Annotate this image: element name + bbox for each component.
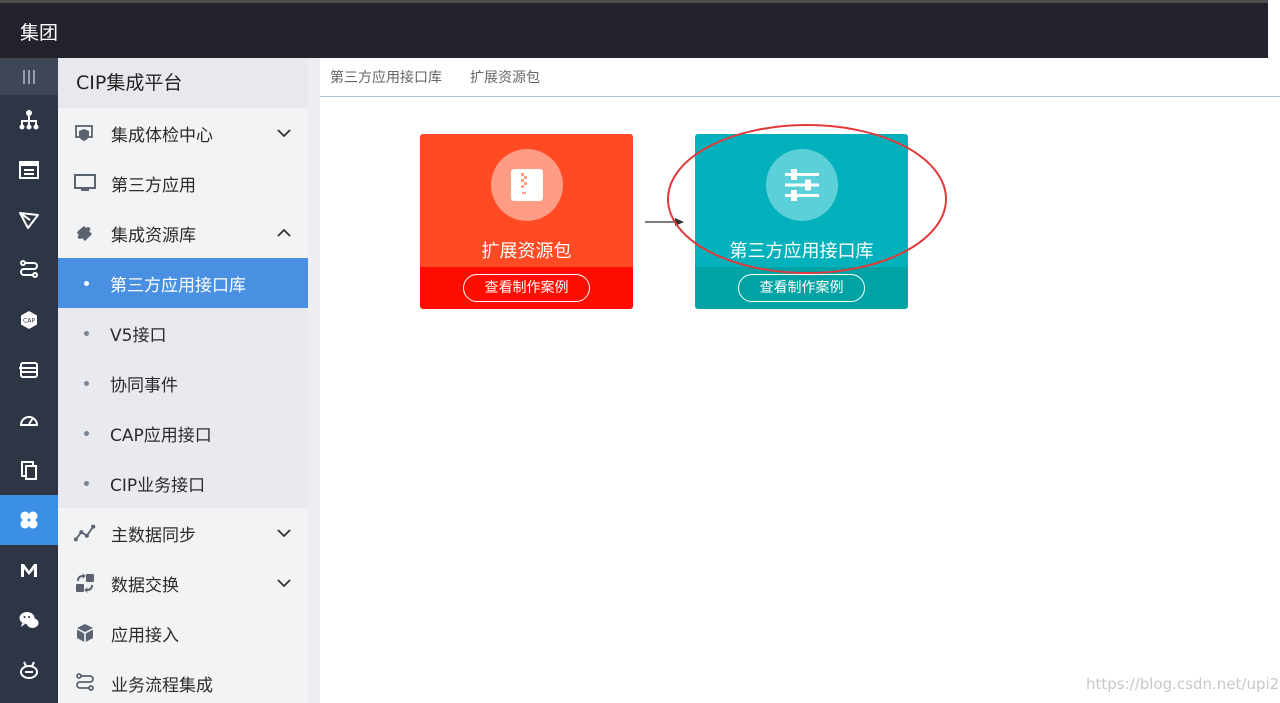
sub-navigation: CIP集成平台 集成体检中心 第三方应用 集成资源库 第三方应用接口库 V5接口… bbox=[58, 58, 308, 703]
cube-icon bbox=[74, 622, 96, 644]
monitor-icon bbox=[74, 172, 96, 194]
nav-subitem-cap-api[interactable]: CAP应用接口 bbox=[58, 408, 308, 458]
rail-send-button[interactable] bbox=[0, 195, 58, 245]
nav-item-master-data-sync[interactable]: 主数据同步 bbox=[58, 508, 308, 558]
card-title: 扩展资源包 bbox=[481, 241, 572, 262]
nav-item-label: 集成资源库 bbox=[111, 225, 196, 246]
chevron-down-icon bbox=[277, 529, 291, 538]
nav-subitem-label: 第三方应用接口库 bbox=[110, 275, 246, 296]
gauge-icon bbox=[19, 416, 39, 426]
watermark: https://blog.csdn.net/upi2u bbox=[1086, 675, 1280, 693]
zip-file-icon bbox=[511, 169, 543, 201]
breadcrumb-item-api-library[interactable]: 第三方应用接口库 bbox=[330, 67, 442, 87]
bullet-dot bbox=[84, 480, 89, 486]
view-example-button[interactable]: 查看制作案例 bbox=[738, 274, 865, 302]
robot-icon bbox=[20, 661, 38, 679]
chevron-down-icon bbox=[277, 579, 291, 588]
rail-wechat-button[interactable] bbox=[0, 595, 58, 645]
clover-icon bbox=[20, 511, 38, 529]
menu-lines-icon bbox=[23, 69, 35, 84]
m-letter-icon bbox=[21, 564, 37, 577]
breadcrumb: 第三方应用接口库 扩展资源包 bbox=[320, 58, 1280, 97]
puzzle-icon bbox=[74, 222, 96, 244]
breadcrumb-item-resource-pack[interactable]: 扩展资源包 bbox=[470, 67, 540, 87]
rail-m-button[interactable] bbox=[0, 545, 58, 595]
rail-robot-button[interactable] bbox=[0, 645, 58, 695]
nav-item-data-exchange[interactable]: 数据交换 bbox=[58, 558, 308, 608]
card-header: 第三方应用接口库 bbox=[695, 134, 908, 267]
flow-icon bbox=[20, 260, 38, 278]
send-icon bbox=[19, 212, 39, 229]
card-footer: 查看制作案例 bbox=[420, 267, 633, 309]
nav-item-label: 主数据同步 bbox=[111, 525, 196, 546]
app-title: 集团 bbox=[20, 22, 59, 44]
sliders-icon bbox=[785, 169, 819, 201]
rail-org-button[interactable] bbox=[0, 95, 58, 145]
card-title: 第三方应用接口库 bbox=[729, 241, 874, 262]
card-extension-pack[interactable]: 扩展资源包 查看制作案例 bbox=[420, 134, 633, 309]
cap-text: CAP bbox=[23, 318, 35, 325]
nav-item-label: 业务流程集成 bbox=[111, 675, 213, 696]
nav-subitem-third-party-api-library[interactable]: 第三方应用接口库 bbox=[58, 258, 308, 308]
nav-item-process-integration[interactable]: 业务流程集成 bbox=[58, 658, 308, 703]
rail-integration-button[interactable] bbox=[0, 495, 58, 545]
nav-subitem-label: CAP应用接口 bbox=[110, 425, 212, 446]
flow-icon bbox=[74, 672, 96, 694]
bullet-dot bbox=[84, 380, 89, 386]
nav-subitem-label: V5接口 bbox=[110, 325, 167, 346]
copy-icon bbox=[21, 461, 37, 480]
cap-hex-icon: CAP bbox=[21, 311, 37, 329]
platform-title: CIP集成平台 bbox=[58, 58, 308, 108]
nav-subitem-label: CIP业务接口 bbox=[110, 475, 206, 496]
annotation-arrow bbox=[645, 218, 684, 226]
card-icon-circle bbox=[766, 149, 838, 221]
chevron-up-icon bbox=[277, 228, 291, 237]
nav-item-health-center[interactable]: 集成体检中心 bbox=[58, 108, 308, 158]
nav-subitem-cip-business-api[interactable]: CIP业务接口 bbox=[58, 458, 308, 508]
database-icon bbox=[19, 362, 38, 378]
nav-item-app-access[interactable]: 应用接入 bbox=[58, 608, 308, 658]
line-chart-icon bbox=[74, 522, 96, 544]
nav-item-label: 第三方应用 bbox=[111, 175, 196, 196]
view-example-button[interactable]: 查看制作案例 bbox=[463, 274, 590, 302]
exchange-icon bbox=[74, 572, 96, 594]
card-footer: 查看制作案例 bbox=[695, 267, 908, 309]
nav-divider bbox=[308, 58, 320, 703]
shield-monitor-icon bbox=[74, 122, 96, 144]
top-bar: 集团 bbox=[0, 0, 1268, 58]
rail-form-button[interactable] bbox=[0, 145, 58, 195]
nav-subitem-v5-api[interactable]: V5接口 bbox=[58, 308, 308, 358]
nav-item-label: 数据交换 bbox=[111, 575, 179, 596]
card-third-party-api-library[interactable]: 第三方应用接口库 查看制作案例 bbox=[695, 134, 908, 309]
nav-subitem-label: 协同事件 bbox=[110, 375, 178, 396]
nav-item-resource-library[interactable]: 集成资源库 bbox=[58, 208, 308, 258]
bullet-dot bbox=[84, 330, 89, 336]
rail-menu-button[interactable] bbox=[0, 58, 58, 95]
chevron-down-icon bbox=[277, 129, 291, 138]
nav-subitem-collab-events[interactable]: 协同事件 bbox=[58, 358, 308, 408]
rail-database-button[interactable] bbox=[0, 345, 58, 395]
rail-flow-button[interactable] bbox=[0, 245, 58, 295]
bullet-dot bbox=[84, 280, 89, 286]
nav-item-label: 应用接入 bbox=[111, 625, 179, 646]
nav-item-third-party-apps[interactable]: 第三方应用 bbox=[58, 158, 308, 208]
bullet-dot bbox=[84, 430, 89, 436]
rail-cap-button[interactable]: CAP bbox=[0, 295, 58, 345]
nav-item-label: 集成体检中心 bbox=[111, 125, 213, 146]
card-header: 扩展资源包 bbox=[420, 134, 633, 267]
org-chart-icon bbox=[19, 110, 39, 130]
wechat-icon bbox=[19, 612, 39, 628]
rail-gauge-button[interactable] bbox=[0, 395, 58, 445]
form-icon bbox=[19, 161, 39, 179]
rail-copy-button[interactable] bbox=[0, 445, 58, 495]
icon-rail: CAP bbox=[0, 58, 58, 703]
card-icon-circle bbox=[491, 149, 563, 221]
app-page: 集团 CAP CIP集成平台 集成体检中心 第三方应用 集成资源库 第三方应用接… bbox=[0, 0, 1280, 703]
right-edge bbox=[1268, 0, 1280, 703]
